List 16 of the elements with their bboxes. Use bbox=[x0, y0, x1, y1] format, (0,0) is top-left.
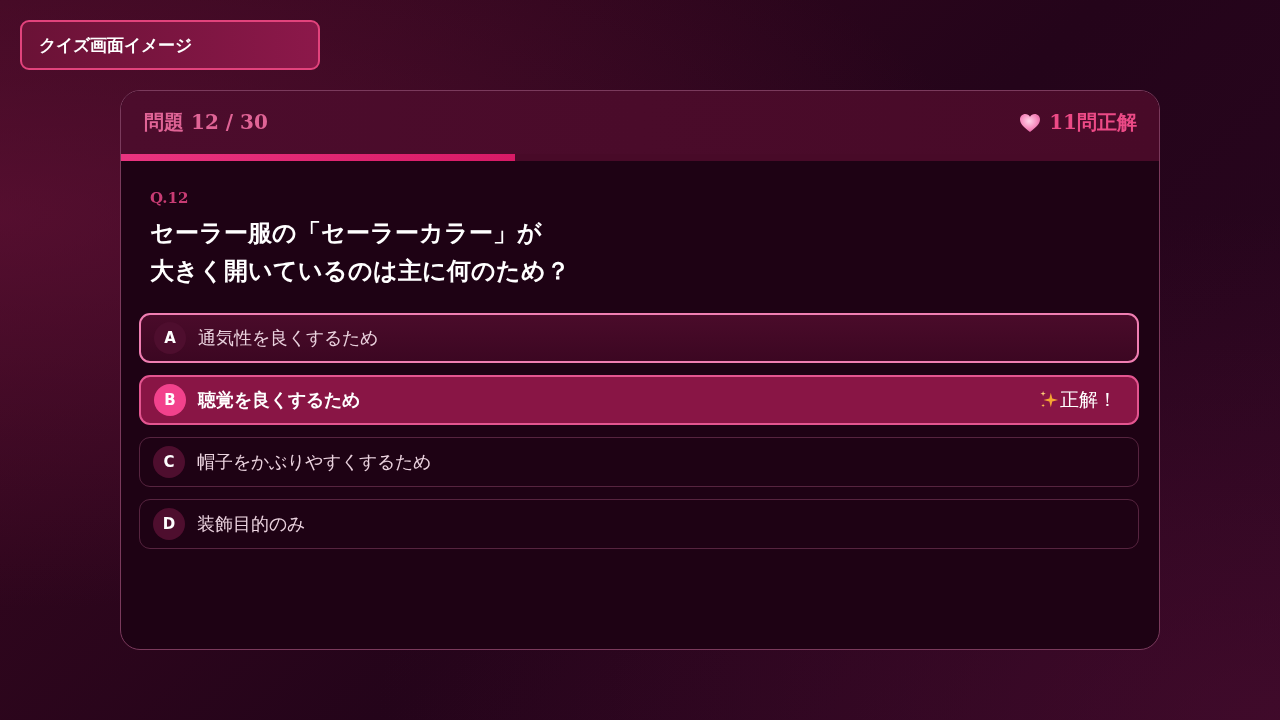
question-text: セーラー服の「セーラーカラー」が bbox=[150, 217, 542, 249]
progress-label: 問題 12 / 30 bbox=[144, 109, 268, 136]
question-number: Q.12 bbox=[149, 188, 189, 208]
option-letter: B bbox=[154, 384, 186, 416]
answer-option[interactable]: B 聴覚を良くするため 正解！ bbox=[139, 375, 1139, 425]
heart-icon bbox=[1019, 112, 1042, 133]
answer-option[interactable]: C 帽子をかぶりやすくするため bbox=[139, 437, 1139, 487]
answer-option[interactable]: A 通気性を良くするため bbox=[139, 313, 1139, 363]
option-letter: D bbox=[153, 508, 185, 540]
correct-label: 正解！ bbox=[1060, 387, 1117, 412]
score-text: 11問正解 bbox=[1049, 109, 1137, 136]
option-letter: C bbox=[153, 446, 185, 478]
question-text: 大きく開いているのは主に何のため？ bbox=[150, 255, 570, 287]
page-label: クイズ画面イメージ bbox=[20, 20, 320, 70]
answer-option[interactable]: D 装飾目的のみ bbox=[139, 499, 1139, 549]
option-letter: A bbox=[154, 322, 186, 354]
